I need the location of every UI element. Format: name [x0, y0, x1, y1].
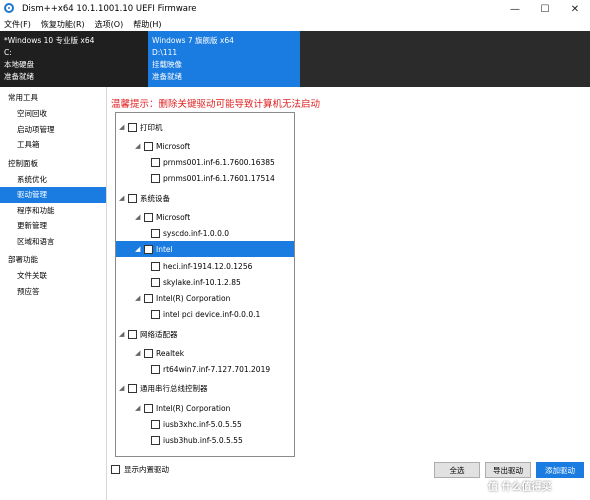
checkbox[interactable]	[128, 383, 137, 393]
checkbox[interactable]	[151, 364, 160, 374]
tree-node-realtek[interactable]: ◢ Realtek	[135, 345, 184, 361]
menu-options[interactable]: 选项(O)	[95, 19, 124, 30]
tree-node-printers[interactable]: ◢ 打印机	[119, 119, 163, 135]
close-button[interactable]: ✕	[560, 0, 590, 18]
expand-arrow-icon[interactable]: ◢	[135, 245, 140, 253]
session-os: *Windows 10 专业版 x64	[4, 36, 95, 45]
title-bar: Dism++x64 10.1.1001.10 UEFI Firmware — ☐…	[0, 0, 590, 18]
checkbox[interactable]	[111, 465, 120, 474]
checkbox[interactable]	[144, 403, 153, 413]
menu-restore[interactable]: 恢复功能(R)	[41, 19, 85, 30]
sidebar: 常用工具 空间回收 启动项管理 工具箱 控制面板 系统优化 驱动管理 程序和功能…	[0, 87, 107, 500]
gear-app-icon	[4, 3, 16, 15]
checkbox[interactable]	[151, 261, 160, 271]
sidebar-item-programs[interactable]: 程序和功能	[0, 203, 106, 219]
checkbox[interactable]	[151, 157, 160, 167]
sidebar-item-space-recovery[interactable]: 空间回收	[0, 106, 106, 122]
maximize-button[interactable]: ☐	[530, 0, 560, 18]
tree-leaf-driver[interactable]: heci.inf-1914.12.0.1256	[151, 258, 252, 274]
tree-node-usb[interactable]: ◢ 通用串行总线控制器	[119, 380, 208, 396]
tree-leaf-driver[interactable]: syscdo.inf-1.0.0.0	[151, 225, 229, 241]
checkbox[interactable]	[144, 244, 153, 254]
sidebar-item-file-assoc[interactable]: 文件关联	[0, 268, 106, 284]
select-all-button[interactable]: 全选	[434, 462, 480, 478]
checkbox[interactable]	[144, 141, 153, 151]
show-builtin-label: 显示内置驱动	[124, 465, 169, 474]
sidebar-item-updates[interactable]: 更新管理	[0, 218, 106, 234]
window-title: Dism++x64 10.1.1001.10 UEFI Firmware	[22, 4, 197, 14]
checkbox[interactable]	[144, 348, 153, 358]
session-path: D:\111	[152, 48, 178, 57]
session-status: 准备就绪	[4, 72, 34, 81]
sidebar-item-toolbox[interactable]: 工具箱	[0, 137, 106, 153]
sidebar-item-region[interactable]: 区域和语言	[0, 234, 106, 250]
tree-leaf-driver[interactable]: iusb3hub.inf-5.0.5.55	[151, 432, 243, 448]
expand-arrow-icon[interactable]: ◢	[119, 123, 124, 131]
add-driver-button[interactable]: 添加驱动	[536, 462, 584, 478]
session-bar: *Windows 10 专业版 x64 C: 本地硬盘 准备就绪 Windows…	[0, 31, 590, 87]
menu-help[interactable]: 帮助(H)	[133, 19, 161, 30]
checkbox[interactable]	[151, 435, 160, 445]
checkbox[interactable]	[128, 193, 137, 203]
sidebar-group-deploy: 部署功能	[8, 255, 38, 264]
session-os: Windows 7 旗舰版 x64	[152, 36, 234, 45]
tree-leaf-driver[interactable]: intel pci device.inf-0.0.0.1	[151, 306, 260, 322]
session-win7[interactable]: Windows 7 旗舰版 x64 D:\111 挂载映像 准备就绪	[148, 31, 300, 87]
sidebar-group-control-panel: 控制面板	[8, 158, 38, 168]
tree-node-network[interactable]: ◢ 网络适配器	[119, 326, 178, 342]
show-builtin-checkbox[interactable]: 显示内置驱动	[111, 464, 169, 475]
expand-arrow-icon[interactable]: ◢	[135, 404, 140, 412]
warning-text: 温馨提示：删除关键驱动可能导致计算机无法启动	[111, 99, 321, 110]
tree-leaf-driver[interactable]: skylake.inf-10.1.2.85	[151, 274, 241, 290]
window-controls: — ☐ ✕	[500, 0, 590, 18]
tree-leaf-driver[interactable]: prnms001.inf-6.1.7601.17514	[151, 170, 275, 186]
sidebar-item-system-optimize[interactable]: 系统优化	[0, 172, 106, 188]
session-type: 本地硬盘	[4, 60, 34, 69]
tree-leaf-driver[interactable]: rt64win7.inf-7.127.701.2019	[151, 361, 270, 377]
checkbox[interactable]	[144, 293, 153, 303]
sidebar-item-startup[interactable]: 启动项管理	[0, 122, 106, 138]
checkbox[interactable]	[128, 122, 137, 132]
watermark: 值 什么值得买	[488, 482, 552, 493]
tree-leaf-driver[interactable]: prnms001.inf-6.1.7600.16385	[151, 154, 275, 170]
tree-node-intel-corp[interactable]: ◢ Intel(R) Corporation	[135, 290, 230, 306]
tree-leaf-driver[interactable]: iusb3xhc.inf-5.0.5.55	[151, 416, 242, 432]
tree-node-intel-selected[interactable]: ◢ Intel	[116, 241, 294, 257]
expand-arrow-icon[interactable]: ◢	[135, 142, 140, 150]
expand-arrow-icon[interactable]: ◢	[135, 349, 140, 357]
sidebar-item-drivers[interactable]: 驱动管理	[0, 187, 106, 203]
tree-node-microsoft[interactable]: ◢ Microsoft	[135, 209, 190, 225]
checkbox[interactable]	[151, 228, 160, 238]
checkbox[interactable]	[151, 173, 160, 183]
menu-file[interactable]: 文件(F)	[4, 19, 31, 30]
checkbox[interactable]	[151, 309, 160, 319]
tree-node-microsoft[interactable]: ◢ Microsoft	[135, 138, 190, 154]
sidebar-group-tools: 常用工具	[8, 93, 38, 102]
session-win10[interactable]: *Windows 10 专业版 x64 C: 本地硬盘 准备就绪	[0, 31, 148, 87]
session-path: C:	[4, 48, 12, 57]
sidebar-item-answer-file[interactable]: 预应答	[0, 284, 106, 300]
menu-bar: 文件(F) 恢复功能(R) 选项(O) 帮助(H)	[0, 18, 590, 31]
expand-arrow-icon[interactable]: ◢	[119, 194, 124, 202]
checkbox[interactable]	[151, 419, 160, 429]
export-drivers-button[interactable]: 导出驱动	[485, 462, 531, 478]
driver-tree[interactable]: ◢ 打印机 ◢ Microsoft prnms001.inf-6.1.7600.…	[115, 112, 295, 457]
session-status: 准备就绪	[152, 72, 182, 81]
expand-arrow-icon[interactable]: ◢	[135, 213, 140, 221]
session-type: 挂载映像	[152, 60, 182, 69]
expand-arrow-icon[interactable]: ◢	[119, 330, 124, 338]
expand-arrow-icon[interactable]: ◢	[135, 294, 140, 302]
checkbox[interactable]	[151, 277, 160, 287]
checkbox[interactable]	[144, 212, 153, 222]
minimize-button[interactable]: —	[500, 0, 530, 18]
tree-node-intel-corp[interactable]: ◢ Intel(R) Corporation	[135, 400, 230, 416]
checkbox[interactable]	[128, 329, 137, 339]
expand-arrow-icon[interactable]: ◢	[119, 384, 124, 392]
tree-node-system-devices[interactable]: ◢ 系统设备	[119, 190, 170, 206]
